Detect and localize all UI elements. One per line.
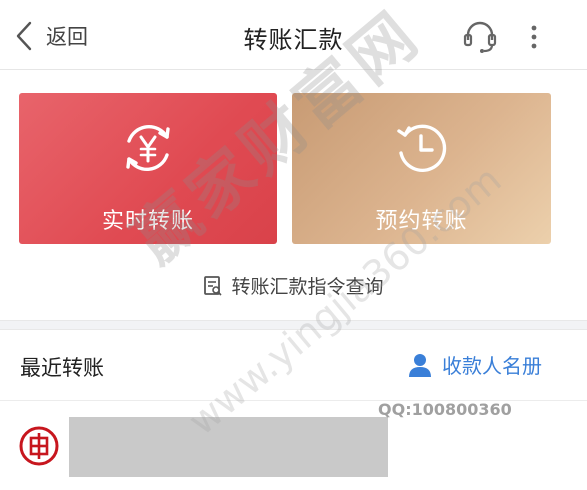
document-icon <box>204 275 223 296</box>
transfer-query-link[interactable]: 转账汇款指令查询 <box>0 272 587 299</box>
list-divider <box>0 400 587 401</box>
app-header: 返回 转账汇款 <box>0 0 587 70</box>
recent-transfer-row[interactable] <box>0 402 587 490</box>
customer-service-icon[interactable] <box>462 20 498 54</box>
realtime-transfer-card[interactable]: 实时转账 <box>19 93 277 244</box>
person-icon <box>409 353 431 377</box>
scheduled-transfer-label: 预约转账 <box>375 209 468 234</box>
section-divider <box>0 320 587 330</box>
clock-icon <box>396 124 446 173</box>
scheduled-transfer-card[interactable]: 预约转账 <box>292 93 551 244</box>
realtime-transfer-label: 实时转账 <box>101 209 194 234</box>
yuan-cycle-icon <box>126 124 170 172</box>
more-icon[interactable] <box>526 22 542 52</box>
icbc-logo-icon <box>19 426 59 466</box>
transfer-query-label: 转账汇款指令查询 <box>231 276 384 298</box>
payee-list-link[interactable]: 收款人名册 <box>408 350 542 379</box>
payee-list-label: 收款人名册 <box>442 354 542 378</box>
redacted-payee-name <box>69 417 388 477</box>
page-title: 转账汇款 <box>243 26 344 54</box>
recent-transfers-title: 最近转账 <box>20 356 104 380</box>
